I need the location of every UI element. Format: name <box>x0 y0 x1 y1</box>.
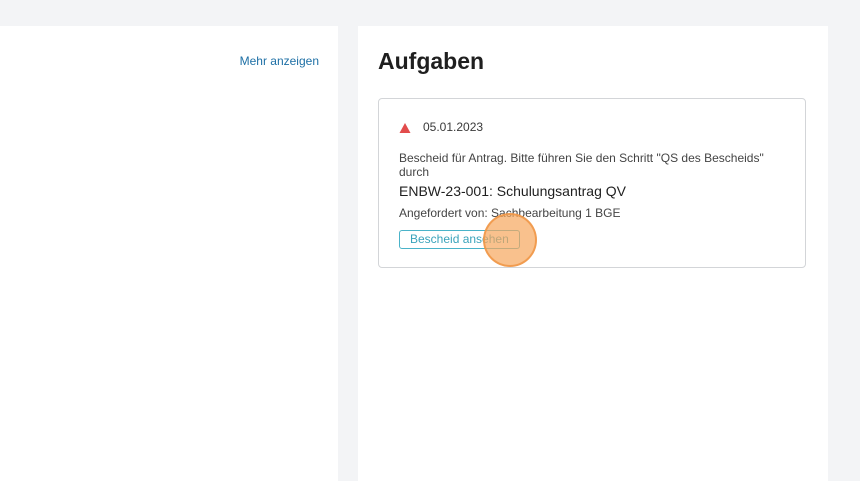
view-decision-button[interactable]: Bescheid ansehen <box>399 230 520 249</box>
task-description: Bescheid für Antrag. Bitte führen Sie de… <box>399 151 764 179</box>
show-more-link[interactable]: Mehr anzeigen <box>240 54 319 68</box>
warning-triangle-icon <box>399 121 411 133</box>
task-card: 05.01.2023 Bescheid für Antrag. Bitte fü… <box>378 98 806 268</box>
task-title: ENBW-23-001: Schulungsantrag QV <box>399 183 626 199</box>
task-card-header: 05.01.2023 <box>399 120 483 134</box>
tasks-panel-title: Aufgaben <box>378 48 485 74</box>
task-requester: Angefordert von: Sachbearbeitung 1 BGE <box>399 206 621 220</box>
left-panel: Mehr anzeigen <box>0 26 338 481</box>
task-date: 05.01.2023 <box>423 120 484 134</box>
tasks-panel: Aufgaben 05.01.2023 Bescheid für Antrag.… <box>358 26 828 481</box>
